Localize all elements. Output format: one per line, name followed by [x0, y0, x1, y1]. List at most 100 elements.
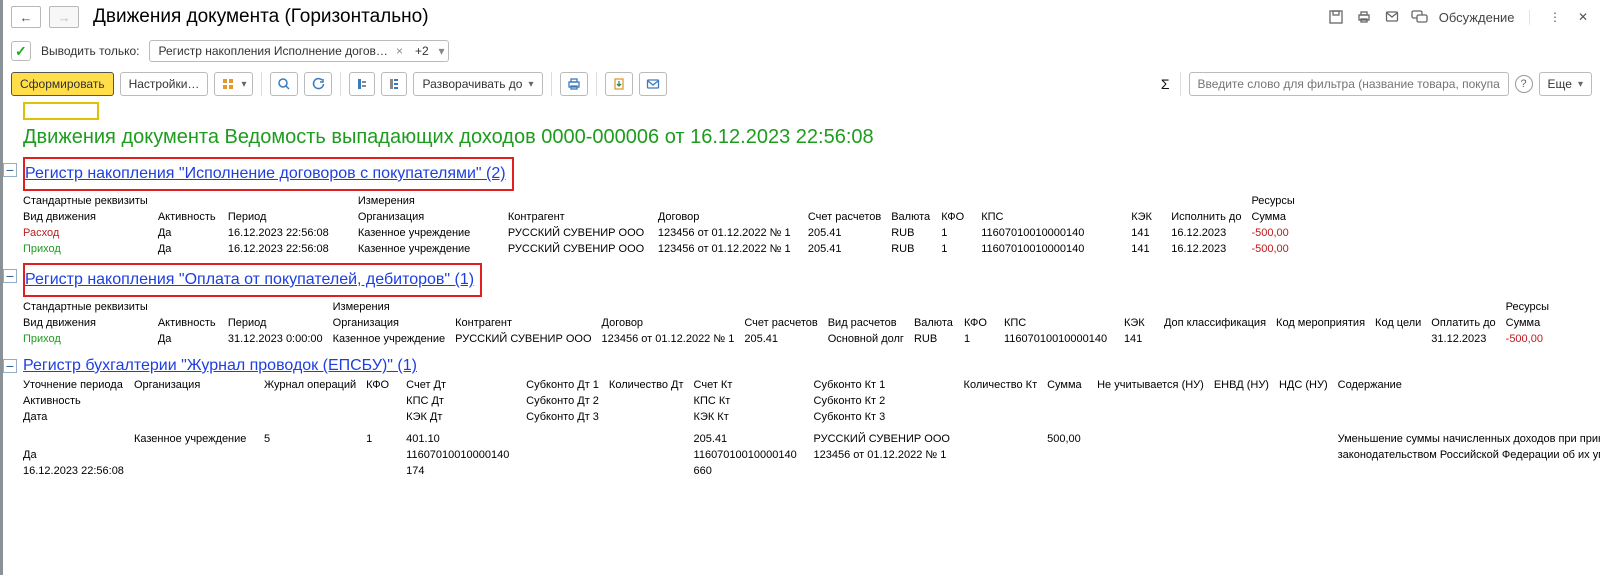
cell: 5	[264, 431, 366, 447]
col-head: Содержание	[1338, 377, 1600, 393]
section-std: Стандартные реквизиты	[23, 299, 158, 315]
col-head: Не учитывается (НУ)	[1097, 377, 1214, 393]
col-head: Сумма	[1506, 315, 1559, 331]
col-head: Активность	[158, 209, 228, 225]
filter-input[interactable]	[1189, 72, 1509, 96]
register-link-1[interactable]: Регистр накопления "Исполнение договоров…	[25, 165, 506, 183]
col-head: Сумма	[1047, 377, 1097, 393]
col-head: Субконто Дт 1	[526, 377, 609, 393]
section-res: Ресурсы	[1251, 193, 1304, 209]
cell: Казенное учреждение	[358, 241, 508, 257]
col-head: Доп классификация	[1164, 315, 1276, 331]
cell: 205.41	[808, 225, 891, 241]
close-icon[interactable]: ✕	[1574, 8, 1592, 26]
col-head: Субконто Кт 2	[814, 393, 964, 409]
col-head: КЭК	[1124, 315, 1164, 331]
cell: Да	[23, 447, 134, 463]
cell: Да	[158, 225, 228, 241]
cell: Уменьшение суммы начисленных доходов при…	[1338, 431, 1600, 447]
email-button[interactable]	[639, 72, 667, 96]
expand-to-button[interactable]: Разворачивать до▾	[413, 72, 542, 96]
kebab-icon[interactable]: ⋮	[1546, 8, 1564, 26]
save-file-button[interactable]	[605, 72, 633, 96]
col-head: Организация	[134, 377, 264, 393]
output-only-checkbox[interactable]: ✓	[11, 41, 31, 61]
cell: 205.41	[694, 431, 814, 447]
col-head: Количество Кт	[964, 377, 1048, 393]
col-head: Журнал операций	[264, 377, 366, 393]
col-head: Субконто Кт 1	[814, 377, 964, 393]
col-head: Активность	[158, 315, 228, 331]
col-head: Дата	[23, 409, 134, 425]
cell: Приход	[23, 331, 158, 347]
col-head: КПС	[981, 209, 1131, 225]
cell: 31.12.2023 0:00:00	[228, 331, 333, 347]
cell: 123456 от 01.12.2022 № 1	[658, 225, 808, 241]
find-button[interactable]	[270, 72, 298, 96]
cell: РУССКИЙ СУВЕНИР ООО	[508, 241, 658, 257]
report-title: Движения документа Ведомость выпадающих …	[3, 122, 1600, 157]
cell: Казенное учреждение	[134, 431, 264, 447]
table-register-3: Уточнение периода Организация Журнал опе…	[23, 377, 1600, 479]
clear-tag-icon[interactable]: ×	[396, 44, 403, 58]
table-register-1: Стандартные реквизиты Измерения Ресурсы …	[23, 193, 1305, 257]
col-head: Договор	[602, 315, 745, 331]
group-1: − Регистр накопления "Исполнение договор…	[23, 157, 1600, 257]
col-head: Период	[228, 209, 358, 225]
cell: 16.12.2023 22:56:08	[228, 241, 358, 257]
cell: -500,00	[1251, 225, 1304, 241]
cell: 205.41	[808, 241, 891, 257]
variants-button[interactable]: ▾	[214, 72, 253, 96]
col-head: Организация	[333, 315, 455, 331]
col-head: Вид расчетов	[828, 315, 914, 331]
col-head: Активность	[23, 393, 134, 409]
sigma-icon[interactable]: Σ	[1159, 76, 1172, 92]
group-2: − Регистр накопления "Оплата от покупате…	[23, 263, 1600, 347]
send-icon[interactable]	[1383, 8, 1401, 26]
separator: │	[1525, 10, 1537, 24]
settings-button[interactable]: Настройки…	[120, 72, 209, 96]
col-head: Валюта	[891, 209, 941, 225]
collapse-all-button[interactable]	[349, 72, 375, 96]
help-icon[interactable]: ?	[1515, 75, 1533, 93]
cell: 141	[1131, 225, 1171, 241]
col-head: Организация	[358, 209, 508, 225]
col-head: Счет расчетов	[808, 209, 891, 225]
register-link-2[interactable]: Регистр накопления "Оплата от покупателе…	[25, 271, 474, 289]
discussion-label[interactable]: Обсуждение	[1439, 10, 1515, 25]
collapse-toggle[interactable]: −	[3, 163, 17, 177]
section-dims: Измерения	[358, 193, 508, 209]
back-button[interactable]: ←	[11, 6, 41, 28]
chevron-down-icon[interactable]: ▾	[438, 44, 444, 58]
col-head: Контрагент	[508, 209, 658, 225]
collapse-toggle[interactable]: −	[3, 359, 17, 373]
cell: -500,00	[1251, 241, 1304, 257]
toolbar: Сформировать Настройки… ▾ Разворачивать …	[3, 68, 1600, 100]
register-select[interactable]: Регистр накопления Исполнение догов… × +…	[149, 40, 449, 62]
cell: 1	[941, 241, 981, 257]
cell: РУССКИЙ СУВЕНИР ООО	[508, 225, 658, 241]
save-icon[interactable]	[1327, 8, 1345, 26]
col-head: Вид движения	[23, 209, 158, 225]
col-head: КПС Кт	[694, 393, 814, 409]
col-head: Договор	[658, 209, 808, 225]
generate-button[interactable]: Сформировать	[11, 72, 114, 96]
cell: РУССКИЙ СУВЕНИР ООО	[814, 431, 964, 447]
separator	[340, 72, 341, 96]
section-std: Стандартные реквизиты	[23, 193, 158, 209]
print-button[interactable]	[560, 72, 588, 96]
register-link-3[interactable]: Регистр бухгалтерии "Журнал проводок (ЕП…	[23, 357, 417, 375]
cell: RUB	[891, 225, 941, 241]
print-icon[interactable]	[1355, 8, 1373, 26]
collapse-toggle[interactable]: −	[3, 269, 17, 283]
cell: 16.12.2023	[1171, 225, 1251, 241]
more-button[interactable]: Еще▾	[1539, 72, 1592, 96]
expand-all-button[interactable]	[381, 72, 407, 96]
refresh-button[interactable]	[304, 72, 332, 96]
discussion-icon[interactable]	[1411, 8, 1429, 26]
section-res: Ресурсы	[1506, 299, 1559, 315]
table-row: Да 11607010010000140 11607010010000140 1…	[23, 447, 1600, 463]
table-row: Казенное учреждение 5 1 401.10 205.41 РУ…	[23, 431, 1600, 447]
col-head: НДС (НУ)	[1279, 377, 1338, 393]
col-head: Оплатить до	[1431, 315, 1505, 331]
